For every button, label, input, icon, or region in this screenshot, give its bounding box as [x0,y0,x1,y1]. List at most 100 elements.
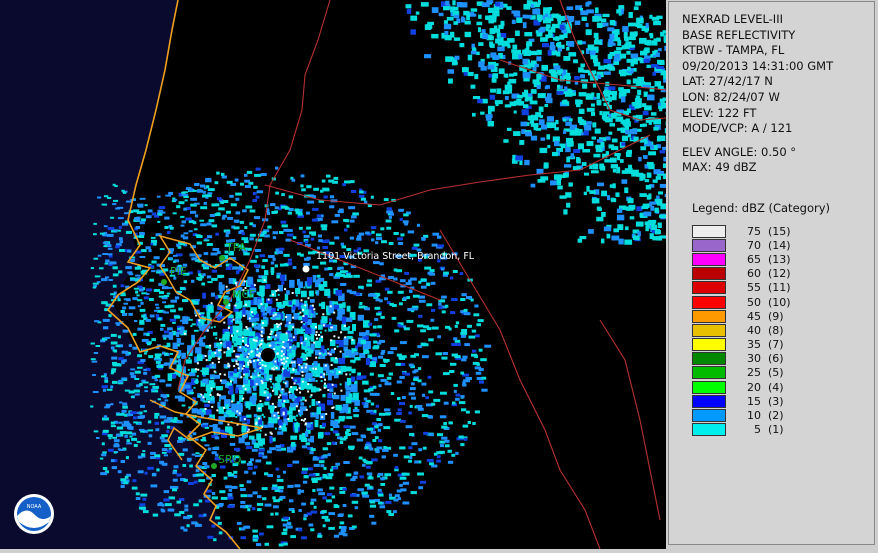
legend-swatch [692,338,726,351]
legend-category: (13) [761,253,791,266]
radar-site-marker [261,348,275,362]
product-name: NEXRAD LEVEL-III [682,12,874,28]
legend-swatch [692,267,726,280]
legend-title: Legend: dBZ (Category) [692,201,830,215]
legend-value: 35 [739,338,761,351]
legend-label: 15 (3) [739,395,784,408]
city-label: SRQ [218,453,242,466]
legend-label: 75 (15) [739,225,791,238]
product-type: BASE REFLECTIVITY [682,28,874,44]
elev-angle: ELEV ANGLE: 0.50 ° [682,145,874,161]
legend-item: 40 (8) [692,323,791,337]
city-dot [219,255,225,261]
legend-value: 75 [739,225,761,238]
legend-category: (15) [761,225,791,238]
legend-swatch [692,381,726,394]
legend-item: 55 (11) [692,281,791,295]
noaa-logo: NOAA [14,494,54,534]
city-label: TPA [225,241,247,254]
mode-vcp: MODE/VCP: A / 121 [682,121,874,137]
legend: 75 (15)70 (14)65 (13)60 (12)55 (11)50 (1… [692,224,791,437]
legend-item: 35 (7) [692,338,791,352]
legend-value: 55 [739,281,761,294]
legend-item: 15 (3) [692,394,791,408]
info-panel: NEXRAD LEVEL-III BASE REFLECTIVITY KTBW … [668,1,875,545]
legend-label: 10 (2) [739,409,784,422]
legend-value: 15 [739,395,761,408]
legend-category: (6) [761,352,784,365]
legend-value: 70 [739,239,761,252]
legend-category: (5) [761,366,784,379]
legend-value: 30 [739,352,761,365]
legend-item: 25 (5) [692,366,791,380]
legend-swatch [692,281,726,294]
max-dbz: MAX: 49 dBZ [682,160,874,176]
legend-swatch [692,253,726,266]
legend-label: 40 (8) [739,324,784,337]
legend-category: (3) [761,395,784,408]
legend-swatch [692,352,726,365]
legend-item: 30 (6) [692,352,791,366]
radar-map-canvas: TPA PIE MCF SRQ 1101 Victoria Street, Br… [0,0,666,549]
legend-value: 25 [739,366,761,379]
legend-value: 65 [739,253,761,266]
legend-item: 50 (10) [692,295,791,309]
legend-category: (12) [761,267,791,280]
legend-label: 35 (7) [739,338,784,351]
city-label: MCF [232,288,256,301]
legend-label: 45 (9) [739,310,784,323]
city-dot [161,279,167,285]
station-elev: ELEV: 122 FT [682,106,874,122]
legend-swatch [692,423,726,436]
noaa-logo-text: NOAA [27,504,42,510]
legend-category: (8) [761,324,784,337]
legend-category: (1) [761,423,784,436]
legend-value: 50 [739,296,761,309]
legend-category: (7) [761,338,784,351]
legend-label: 50 (10) [739,296,791,309]
legend-label: 25 (5) [739,366,784,379]
legend-item: 45 (9) [692,309,791,323]
legend-swatch [692,225,726,238]
city-label: PIE [170,265,187,278]
legend-swatch [692,296,726,309]
station-name: KTBW - TAMPA, FL [682,43,874,59]
city-dot [211,463,217,469]
legend-label: 5 (1) [739,423,784,436]
legend-swatch [692,310,726,323]
legend-value: 10 [739,409,761,422]
legend-category: (10) [761,296,791,309]
legend-item: 65 (13) [692,252,791,266]
address-pin-icon [303,266,310,273]
legend-swatch [692,239,726,252]
legend-category: (2) [761,409,784,422]
city-dot [223,299,229,305]
address-label: 1101 Victoria Street, Brandon, FL [316,251,475,262]
scan-datetime: 09/20/2013 14:31:00 GMT [682,59,874,75]
legend-item: 5 (1) [692,423,791,437]
radar-map[interactable]: TPA PIE MCF SRQ 1101 Victoria Street, Br… [0,0,666,549]
legend-label: 55 (11) [739,281,791,294]
legend-swatch [692,366,726,379]
legend-label: 70 (14) [739,239,791,252]
legend-swatch [692,324,726,337]
legend-item: 70 (14) [692,238,791,252]
legend-value: 5 [739,423,761,436]
legend-item: 20 (4) [692,380,791,394]
legend-category: (11) [761,281,791,294]
legend-swatch [692,395,726,408]
legend-label: 65 (13) [739,253,791,266]
legend-item: 60 (12) [692,267,791,281]
legend-label: 30 (6) [739,352,784,365]
legend-value: 60 [739,267,761,280]
station-lat: LAT: 27/42/17 N [682,74,874,90]
legend-label: 60 (12) [739,267,791,280]
legend-category: (9) [761,310,784,323]
legend-value: 45 [739,310,761,323]
legend-value: 40 [739,324,761,337]
radar-metadata: NEXRAD LEVEL-III BASE REFLECTIVITY KTBW … [669,2,874,176]
legend-category: (14) [761,239,791,252]
legend-label: 20 (4) [739,381,784,394]
legend-item: 10 (2) [692,408,791,422]
legend-swatch [692,409,726,422]
